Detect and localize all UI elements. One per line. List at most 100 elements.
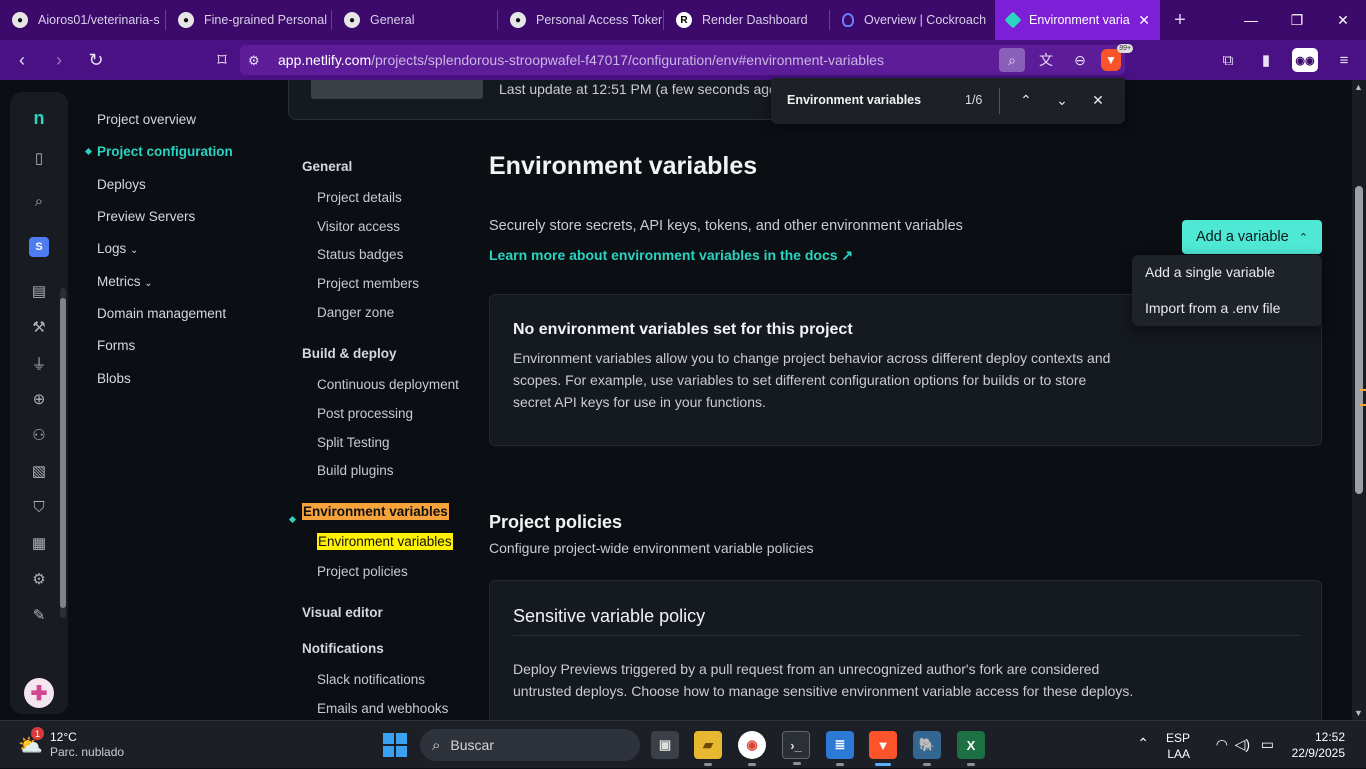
nav-logs[interactable]: Logs ⌄: [97, 241, 138, 256]
leo-icon[interactable]: ◉◉: [1292, 48, 1318, 72]
learn-more-link[interactable]: Learn more about environment variables i…: [489, 247, 853, 264]
brave-shields-icon[interactable]: ▼ 99+: [1101, 44, 1133, 71]
netlify-logo-icon[interactable]: n: [27, 106, 51, 130]
config-nav-item[interactable]: Visitor access: [317, 219, 400, 234]
team-avatar[interactable]: S: [29, 237, 49, 257]
url-field[interactable]: app.netlify.com/projects/splendorous-str…: [240, 44, 1133, 75]
config-section-heading[interactable]: Notifications: [302, 641, 384, 656]
add-variable-button[interactable]: Add a variable ⌃: [1182, 220, 1322, 254]
config-nav-item[interactable]: Danger zone: [317, 305, 394, 320]
config-nav-item[interactable]: Build plugins: [317, 463, 394, 478]
config-nav-item[interactable]: Slack notifications: [317, 672, 425, 687]
domains-icon[interactable]: ⊕: [27, 387, 51, 411]
zoom-icon[interactable]: ⊖: [1067, 48, 1093, 72]
keyboard-layout[interactable]: LAA: [1167, 747, 1190, 761]
browser-tab[interactable]: ● General: [332, 0, 497, 40]
nav-preview-servers[interactable]: Preview Servers: [97, 209, 195, 224]
file-explorer-icon[interactable]: ▰: [694, 731, 722, 766]
back-icon[interactable]: ‹: [7, 45, 37, 75]
integrations-icon[interactable]: ⏚: [27, 351, 51, 375]
sidebar-toggle-icon[interactable]: ▮: [1254, 48, 1278, 72]
menu-item-import-env[interactable]: Import from a .env file: [1145, 300, 1280, 316]
taskbar-search[interactable]: ⌕ Buscar: [420, 729, 640, 761]
nav-deploys[interactable]: Deploys: [97, 177, 146, 192]
projects-icon[interactable]: ▤: [27, 279, 51, 303]
scroll-thumb[interactable]: [1355, 186, 1363, 494]
clock-date[interactable]: 22/9/2025: [1292, 746, 1345, 760]
config-nav-item[interactable]: Status badges: [317, 247, 403, 262]
screenshot-icon[interactable]: ⧉: [1216, 48, 1240, 72]
battery-icon[interactable]: ▭: [1261, 736, 1274, 753]
close-window-icon[interactable]: ✕: [1320, 0, 1366, 40]
config-nav-item-active[interactable]: Environment variables: [317, 533, 453, 550]
browser-tab[interactable]: R Render Dashboard: [664, 0, 829, 40]
find-query[interactable]: Environment variables: [787, 93, 921, 107]
site-settings-icon[interactable]: ⚙: [248, 53, 260, 69]
weather-widget[interactable]: ⛅ 1 12°C Parc. nublado: [18, 727, 158, 763]
excel-icon[interactable]: X: [957, 731, 985, 766]
find-in-page-icon[interactable]: ⌕: [999, 48, 1025, 72]
config-nav-item[interactable]: Project details: [317, 190, 402, 205]
config-nav-item[interactable]: Split Testing: [317, 435, 390, 450]
builds-icon[interactable]: ⚒: [27, 315, 51, 339]
brave-icon[interactable]: ▼: [869, 731, 897, 766]
postgres-icon[interactable]: 🐘: [913, 731, 941, 766]
forward-icon[interactable]: ›: [44, 45, 74, 75]
config-section-heading-active[interactable]: Environment variables: [302, 503, 449, 520]
wifi-icon[interactable]: ◠: [1216, 736, 1228, 753]
page-scrollbar[interactable]: ▲ ▼: [1352, 80, 1366, 720]
browser-tab-active[interactable]: Environment varia ✕: [995, 0, 1160, 40]
find-close-icon[interactable]: ✕: [1087, 89, 1109, 111]
nav-project-overview[interactable]: Project overview: [97, 112, 196, 127]
nav-project-configuration[interactable]: Project configuration: [97, 144, 233, 159]
members-icon[interactable]: ⚇: [27, 423, 51, 447]
config-section-heading[interactable]: Visual editor: [302, 605, 383, 620]
menu-item-add-single[interactable]: Add a single variable: [1145, 264, 1275, 280]
config-nav-item[interactable]: Project policies: [317, 564, 408, 579]
restore-icon[interactable]: ❐: [1274, 0, 1320, 40]
menu-icon[interactable]: ≡: [1332, 48, 1356, 72]
user-avatar[interactable]: ✚: [24, 678, 54, 708]
panel-icon[interactable]: ▯: [27, 146, 51, 170]
notepad-icon[interactable]: ≣: [826, 731, 854, 766]
new-tab-button[interactable]: +: [1160, 9, 1200, 32]
search-icon[interactable]: ⌕: [27, 189, 51, 213]
scroll-down-icon[interactable]: ▼: [1354, 708, 1363, 718]
browser-tab[interactable]: ● Fine-grained Personal: [166, 0, 331, 40]
scroll-up-icon[interactable]: ▲: [1354, 82, 1363, 92]
input-language[interactable]: ESP: [1166, 731, 1190, 745]
task-view-icon[interactable]: ▣: [651, 731, 679, 759]
minimize-icon[interactable]: —: [1228, 0, 1274, 40]
browser-tab[interactable]: ● Aioros01/veterinaria-s: [0, 0, 165, 40]
edit-icon[interactable]: ✎: [27, 603, 51, 627]
translate-icon[interactable]: 文: [1033, 48, 1059, 72]
nav-metrics[interactable]: Metrics ⌄: [97, 274, 153, 289]
config-nav-item[interactable]: Project members: [317, 276, 419, 291]
config-nav-item[interactable]: Post processing: [317, 406, 413, 421]
nav-domain-management[interactable]: Domain management: [97, 306, 226, 321]
config-section-heading[interactable]: General: [302, 159, 352, 174]
nav-blobs[interactable]: Blobs: [97, 371, 131, 386]
security-icon[interactable]: ⛉: [27, 495, 51, 519]
config-nav-item[interactable]: Emails and webhooks: [317, 701, 448, 716]
volume-icon[interactable]: ◁): [1235, 736, 1250, 753]
find-next-icon[interactable]: ⌄: [1051, 89, 1073, 111]
browser-tab[interactable]: ● Personal Access Toker: [498, 0, 663, 40]
chrome-icon[interactable]: ◉: [738, 731, 766, 766]
rail-scrollbar[interactable]: [60, 288, 66, 618]
config-nav-item[interactable]: Continuous deployment: [317, 377, 459, 392]
nav-forms[interactable]: Forms: [97, 338, 135, 353]
start-button[interactable]: [383, 733, 407, 757]
bookmark-icon[interactable]: ⌑: [207, 45, 237, 75]
browser-tab[interactable]: Overview | Cockroach: [830, 0, 995, 40]
clock-time[interactable]: 12:52: [1315, 730, 1345, 744]
reload-icon[interactable]: ↻: [81, 45, 111, 75]
logs-icon[interactable]: ▦: [27, 531, 51, 555]
show-hidden-icons[interactable]: ⌃: [1137, 735, 1149, 752]
find-previous-icon[interactable]: ⌃: [1015, 89, 1037, 111]
config-section-heading[interactable]: Build & deploy: [302, 346, 397, 361]
terminal-icon[interactable]: ›_: [782, 731, 810, 765]
settings-icon[interactable]: ⚙: [27, 567, 51, 591]
billing-icon[interactable]: ▧: [27, 459, 51, 483]
close-tab-icon[interactable]: ✕: [1138, 12, 1150, 29]
